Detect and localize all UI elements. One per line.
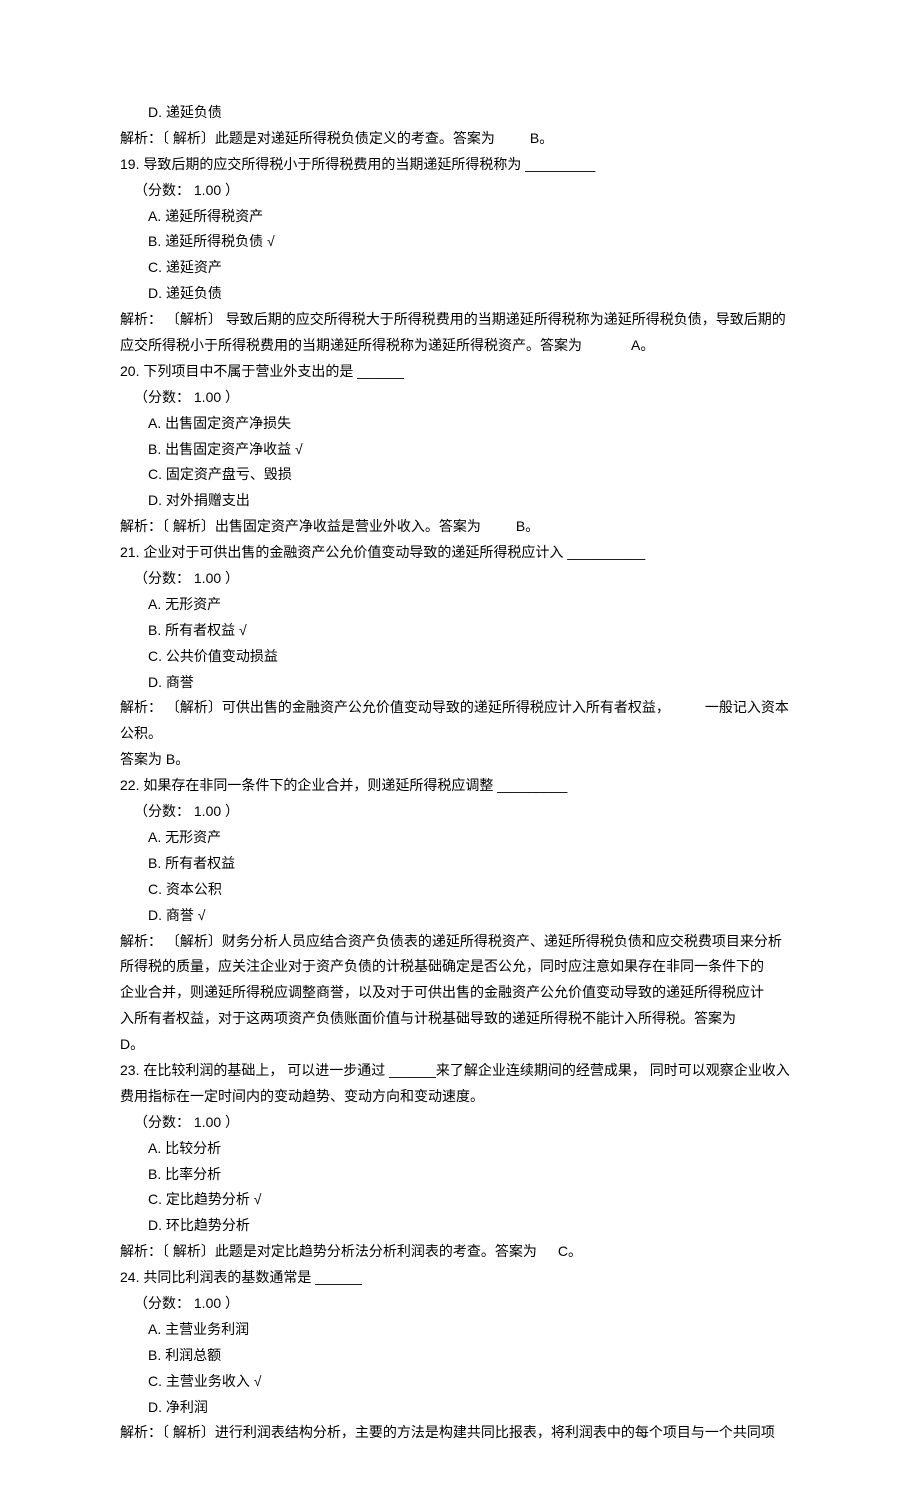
q23-option-c: C. 定比趋势分析 √: [120, 1187, 800, 1213]
q23-score: （分数： 1.00 ）: [120, 1110, 800, 1136]
q22-explain-line4: 入所有者权益，对于这两项资产负债账面价值与计税基础导致的递延所得税不能计入所得税…: [120, 1006, 800, 1058]
q21-explain-line2: 答案为 B。: [120, 747, 800, 773]
q22-stem: 22. 如果存在非同一条件下的企业合并，则递延所得税应调整 _________: [120, 773, 800, 799]
q21-explain-line1: 解析： 〔解析〕可供出售的金融资产公允价值变动导致的递延所得税应计入所有者权益，…: [120, 695, 800, 747]
q20-option-b: B. 出售固定资产净收益 √: [120, 437, 800, 463]
q24-option-c: C. 主营业务收入 √: [120, 1369, 800, 1395]
q21-option-a: A. 无形资产: [120, 592, 800, 618]
q24-score: （分数： 1.00 ）: [120, 1291, 800, 1317]
q22-explain-l4-ans: D。: [120, 1036, 144, 1052]
q24-option-d: D. 净利润: [120, 1395, 800, 1421]
q22-option-b: B. 所有者权益: [120, 851, 800, 877]
q20-score: （分数： 1.00 ）: [120, 385, 800, 411]
q19-explain-line2: 应交所得税小于所得税费用的当期递延所得税称为递延所得税资产。答案为 A。: [120, 333, 800, 359]
q19-explain-l2-ans: A。: [631, 337, 654, 353]
q24-explanation: 解析：〔 解析〕进行利润表结构分析，主要的方法是构建共同比报表，将利润表中的每个…: [120, 1420, 800, 1446]
q19-stem: 19. 导致后期的应交所得税小于所得税费用的当期递延所得税称为 ________…: [120, 152, 800, 178]
q18-explanation: 解析：〔 解析〕此题是对递延所得税负债定义的考查。答案为 B。: [120, 126, 800, 152]
q24-option-b: B. 利润总额: [120, 1343, 800, 1369]
q22-explain-line3: 企业合并，则递延所得税应调整商誉，以及对于可供出售的金融资产公允价值变动导致的递…: [120, 980, 800, 1006]
q22-option-c: C. 资本公积: [120, 877, 800, 903]
q18-explain-ans: B。: [530, 130, 553, 146]
q19-option-b: B. 递延所得税负债 √: [120, 229, 800, 255]
q22-score: （分数： 1.00 ）: [120, 799, 800, 825]
q23-option-b: B. 比率分析: [120, 1162, 800, 1188]
q22-explain-line2: 所得税的质量，应关注企业对于资产负债的计税基础确定是否公允，同时应注意如果存在非…: [120, 954, 800, 980]
q20-stem: 20. 下列项目中不属于营业外支出的是 ______: [120, 359, 800, 385]
q23-stem-line1: 23. 在比较利润的基础上， 可以进一步通过 ______来了解企业连续期间的经…: [120, 1058, 800, 1084]
q22-explain-l4-pre: 入所有者权益，对于这两项资产负债账面价值与计税基础导致的递延所得税不能计入所得税…: [120, 1010, 736, 1026]
q19-explain-l2-pre: 应交所得税小于所得税费用的当期递延所得税称为递延所得税资产。答案为: [120, 337, 582, 353]
q19-option-a: A. 递延所得税资产: [120, 204, 800, 230]
q24-option-a: A. 主营业务利润: [120, 1317, 800, 1343]
q22-option-a: A. 无形资产: [120, 825, 800, 851]
q21-score: （分数： 1.00 ）: [120, 566, 800, 592]
q23-option-a: A. 比较分析: [120, 1136, 800, 1162]
q19-explain-line1: 解析： 〔解析〕 导致后期的应交所得税大于所得税费用的当期递延所得税称为递延所得…: [120, 307, 800, 333]
q23-explain-ans: C。: [558, 1243, 582, 1259]
q23-explanation: 解析：〔 解析〕此题是对定比趋势分析法分析利润表的考查。答案为 C。: [120, 1239, 800, 1265]
q21-explain-l1-pre: 解析： 〔解析〕可供出售的金融资产公允价值变动导致的递延所得税应计入所有者权益，: [120, 699, 670, 715]
q21-option-b: B. 所有者权益 √: [120, 618, 800, 644]
q23-option-d: D. 环比趋势分析: [120, 1213, 800, 1239]
q20-explain-ans: B。: [516, 518, 539, 534]
q20-explanation: 解析：〔 解析〕出售固定资产净收益是营业外收入。答案为 B。: [120, 514, 800, 540]
q21-option-c: C. 公共价值变动损益: [120, 644, 800, 670]
q19-score: （分数： 1.00 ）: [120, 178, 800, 204]
q23-explain-text: 解析：〔 解析〕此题是对定比趋势分析法分析利润表的考查。答案为: [120, 1243, 537, 1259]
q20-explain-text: 解析：〔 解析〕出售固定资产净收益是营业外收入。答案为: [120, 518, 481, 534]
q19-option-c: C. 递延资产: [120, 255, 800, 281]
q19-option-d: D. 递延负债: [120, 281, 800, 307]
q21-stem: 21. 企业对于可供出售的金融资产公允价值变动导致的递延所得税应计入 _____…: [120, 540, 800, 566]
q24-stem: 24. 共同比利润表的基数通常是 ______: [120, 1265, 800, 1291]
q18-option-d: D. 递延负债: [120, 100, 800, 126]
q20-option-d: D. 对外捐赠支出: [120, 488, 800, 514]
q22-option-d: D. 商誉 √: [120, 903, 800, 929]
q20-option-a: A. 出售固定资产净损失: [120, 411, 800, 437]
q21-option-d: D. 商誉: [120, 670, 800, 696]
q22-explain-line1: 解析： 〔解析〕财务分析人员应结合资产负债表的递延所得税资产、递延所得税负债和应…: [120, 929, 800, 955]
q23-stem-line2: 费用指标在一定时间内的变动趋势、变动方向和变动速度。: [120, 1084, 800, 1110]
q20-option-c: C. 固定资产盘亏、毁损: [120, 462, 800, 488]
q18-explain-text: 解析：〔 解析〕此题是对递延所得税负债定义的考查。答案为: [120, 130, 495, 146]
